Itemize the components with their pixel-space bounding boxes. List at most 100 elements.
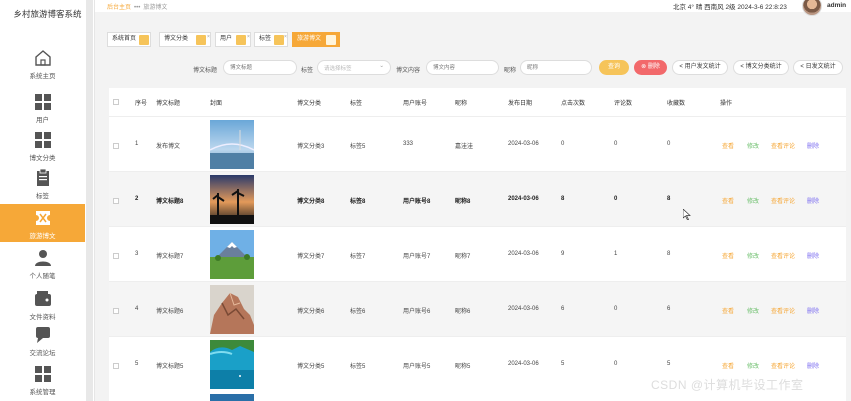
stat-label: 博文分类统计 xyxy=(745,64,782,70)
daily-stats-button[interactable]: < 日发文统计 xyxy=(793,60,843,75)
view-link[interactable]: 查看 xyxy=(722,306,734,315)
sidebar-item-user[interactable]: 用户 xyxy=(0,92,85,124)
cell-category: 博文分类8 xyxy=(297,199,325,205)
edit-link[interactable]: 修改 xyxy=(747,251,759,260)
edit-link[interactable]: 修改 xyxy=(747,196,759,205)
close-icon[interactable]: × xyxy=(207,31,210,44)
sidebar-item-label: 文件资料 xyxy=(29,314,56,321)
category-stats-button[interactable]: < 博文分类统计 xyxy=(733,60,789,75)
cell-nickname: 昵称5 xyxy=(455,364,471,370)
sidebar-item-label: 交流论坛 xyxy=(29,350,56,357)
cell-account: 用户账号8 xyxy=(403,199,431,205)
cover-image-bridge[interactable] xyxy=(210,120,254,169)
delete-link[interactable]: 删除 xyxy=(807,306,819,315)
grid-icon xyxy=(34,94,51,110)
row-checkbox[interactable] xyxy=(113,143,119,149)
nickname-input[interactable] xyxy=(520,60,592,75)
tag-square-icon xyxy=(326,35,336,45)
row-checkbox[interactable] xyxy=(113,253,119,259)
cell-clicks: 9 xyxy=(561,251,565,257)
table-row[interactable]: 2 博文标题8 博文分类8 标签8 用户账号8 昵称8 2024-03-06 8… xyxy=(109,171,846,226)
row-checkbox[interactable] xyxy=(113,308,119,314)
cover-image-sunset[interactable] xyxy=(210,175,254,224)
tag-square-icon xyxy=(139,35,149,45)
delete-button[interactable]: ⊗ 删除 xyxy=(634,60,667,75)
close-icon[interactable]: × xyxy=(284,31,287,44)
breadcrumb-current: 旅游博文 xyxy=(143,5,168,11)
view-link[interactable]: 查看 xyxy=(722,196,734,205)
sidebar-item-category[interactable]: 博文分类 xyxy=(0,130,85,162)
tag-select[interactable]: 请选择标签 ⌄ xyxy=(317,60,391,75)
title-input[interactable] xyxy=(223,60,297,75)
delete-link[interactable]: 删除 xyxy=(807,361,819,370)
tag-home[interactable]: 系统首页 xyxy=(107,32,151,47)
sidebar-item-label: 系统管理 xyxy=(29,389,56,396)
edit-link[interactable]: 修改 xyxy=(747,141,759,150)
weather-info: 北京 4° 晴 西南风 2级 2024-3-6 22:8:23 xyxy=(673,4,787,11)
tag-category[interactable]: 博文分类 × xyxy=(159,32,211,47)
tag-label: 旅游博文 xyxy=(297,36,322,42)
sidebar-item-forum[interactable]: 交流论坛 xyxy=(0,325,85,357)
cell-title: 博文标题6 xyxy=(156,309,184,315)
tag-travel-blog[interactable]: 旅游博文 xyxy=(292,32,340,47)
close-icon[interactable]: × xyxy=(247,31,250,44)
sidebar-item-essay[interactable]: 个人随笔 xyxy=(0,248,85,280)
view-comments-link[interactable]: 查看评论 xyxy=(771,361,795,370)
sidebar-item-home[interactable]: 系统主页 xyxy=(0,48,85,80)
cover-image-sea[interactable] xyxy=(210,340,254,389)
cell-tag: 标签8 xyxy=(350,199,366,205)
cell-tag: 标签5 xyxy=(350,144,366,150)
tag-tag[interactable]: 标签 × xyxy=(254,32,288,47)
row-checkbox[interactable] xyxy=(113,198,119,204)
view-comments-link[interactable]: 查看评论 xyxy=(771,251,795,260)
sidebar-item-label: 用户 xyxy=(36,117,49,124)
tag-square-icon xyxy=(236,35,246,45)
table-row[interactable]: 3 博文标题7 博文分类7 标签7 用户账号7 昵称7 2024-03-06 9… xyxy=(109,226,846,281)
cell-category: 博文分类5 xyxy=(297,364,325,370)
view-link[interactable]: 查看 xyxy=(722,251,734,260)
sidebar-item-label: 个人随笔 xyxy=(29,273,56,280)
avatar[interactable] xyxy=(802,0,822,16)
forum-icon xyxy=(35,327,50,343)
view-link[interactable]: 查看 xyxy=(722,361,734,370)
view-comments-link[interactable]: 查看评论 xyxy=(771,306,795,315)
sidebar-scrollbar[interactable] xyxy=(86,0,93,401)
row-checkbox[interactable] xyxy=(113,363,119,369)
search-button[interactable]: 查询 xyxy=(599,60,629,75)
cell-title: 发布博文 xyxy=(156,144,181,150)
breadcrumb-home[interactable]: 后台主页 xyxy=(107,5,131,11)
delete-link[interactable]: 删除 xyxy=(807,196,819,205)
delete-button-label: 删除 xyxy=(647,64,660,70)
select-all-checkbox[interactable] xyxy=(113,99,119,105)
view-link[interactable]: 查看 xyxy=(722,141,734,150)
sidebar-item-label: 博文分类 xyxy=(29,155,56,162)
cell-date: 2024-03-06 xyxy=(508,251,539,257)
home-icon xyxy=(34,50,51,66)
header-category: 博文分类 xyxy=(297,101,322,107)
tag-square-icon xyxy=(196,35,206,45)
tag-user[interactable]: 用户 × xyxy=(215,32,251,47)
delete-link[interactable]: 删除 xyxy=(807,141,819,150)
content-input[interactable] xyxy=(426,60,499,75)
cell-clicks: 8 xyxy=(561,196,565,202)
cell-comments: 1 xyxy=(614,251,618,257)
edit-link[interactable]: 修改 xyxy=(747,361,759,370)
table-row[interactable]: 4 博文标题6 博文分类6 标签6 用户账号6 昵称6 2024-03-06 6… xyxy=(109,281,846,336)
mouse-cursor-icon xyxy=(683,209,691,220)
user-post-stats-button[interactable]: < 用户发文统计 xyxy=(672,60,728,75)
sidebar-item-travel-blog[interactable]: 旅游博文 xyxy=(0,204,85,242)
view-comments-link[interactable]: 查看评论 xyxy=(771,141,795,150)
sidebar-item-files[interactable]: 文件资料 xyxy=(0,289,85,321)
cell-comments: 0 xyxy=(614,306,618,312)
edit-link[interactable]: 修改 xyxy=(747,306,759,315)
user-name[interactable]: admin xyxy=(827,2,846,9)
cover-image-rock[interactable] xyxy=(210,285,254,334)
sidebar-item-tag[interactable]: 标签 xyxy=(0,168,85,200)
delete-link[interactable]: 删除 xyxy=(807,251,819,260)
cover-image-fuji[interactable] xyxy=(210,230,254,279)
cell-title: 博文标题8 xyxy=(156,199,184,205)
sidebar-item-system[interactable]: 系统管理 xyxy=(0,364,85,396)
table-row[interactable]: 1 发布博文 博文分类3 标签5 333 嘉洼洼 2024-03-06 0 0 … xyxy=(109,116,846,171)
view-comments-link[interactable]: 查看评论 xyxy=(771,196,795,205)
cell-tag: 标签6 xyxy=(350,309,366,315)
